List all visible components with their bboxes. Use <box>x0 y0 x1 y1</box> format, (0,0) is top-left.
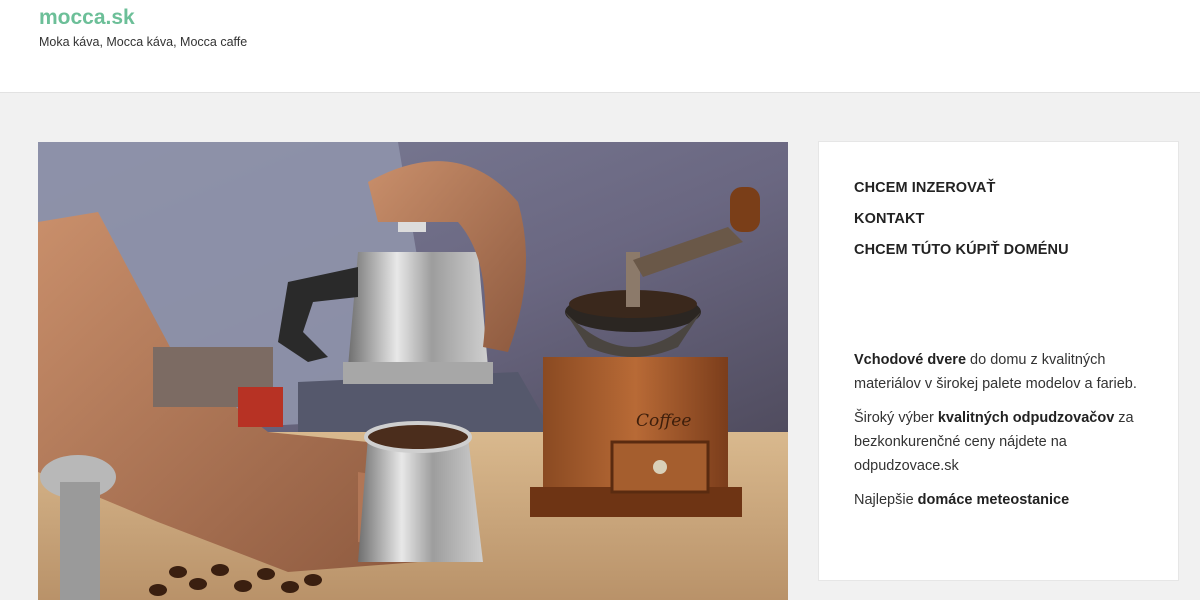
promo-link[interactable]: domáce meteostanice <box>918 492 1070 508</box>
promo-paragraph: Široký výber kvalitných odpudzovačov za … <box>854 406 1154 478</box>
sidebar-text: Vchodové dvere do domu z kvalitných mate… <box>854 348 1154 522</box>
grinder-label: Coffee <box>636 411 691 431</box>
menu-item-chcem-inzerovat[interactable]: CHCEM INZEROVAŤ <box>854 180 1069 196</box>
site-header: mocca.sk Moka káva, Mocca káva, Mocca ca… <box>0 0 1200 93</box>
promo-text: Široký výber <box>854 410 938 426</box>
promo-link[interactable]: kvalitných odpudzovačov <box>938 410 1114 426</box>
promo-link[interactable]: Vchodové dvere <box>854 352 966 368</box>
promo-paragraph: Najlepšie domáce meteostanice <box>854 488 1154 512</box>
promo-paragraph: Vchodové dvere do domu z kvalitných mate… <box>854 348 1154 396</box>
hero-illustration: Coffee <box>38 142 788 600</box>
site-title[interactable]: mocca.sk <box>39 6 135 30</box>
hero-image: Coffee <box>38 142 788 600</box>
site-tagline: Moka káva, Mocca káva, Mocca caffe <box>39 35 248 49</box>
promo-text: Najlepšie <box>854 492 918 508</box>
sidebar-menu: CHCEM INZEROVAŤ KONTAKT CHCEM TÚTO KÚPIŤ… <box>854 180 1069 273</box>
sidebar: CHCEM INZEROVAŤ KONTAKT CHCEM TÚTO KÚPIŤ… <box>818 141 1179 581</box>
menu-item-kupit-domenu[interactable]: CHCEM TÚTO KÚPIŤ DOMÉNU <box>854 242 1069 258</box>
menu-item-kontakt[interactable]: KONTAKT <box>854 211 1069 227</box>
